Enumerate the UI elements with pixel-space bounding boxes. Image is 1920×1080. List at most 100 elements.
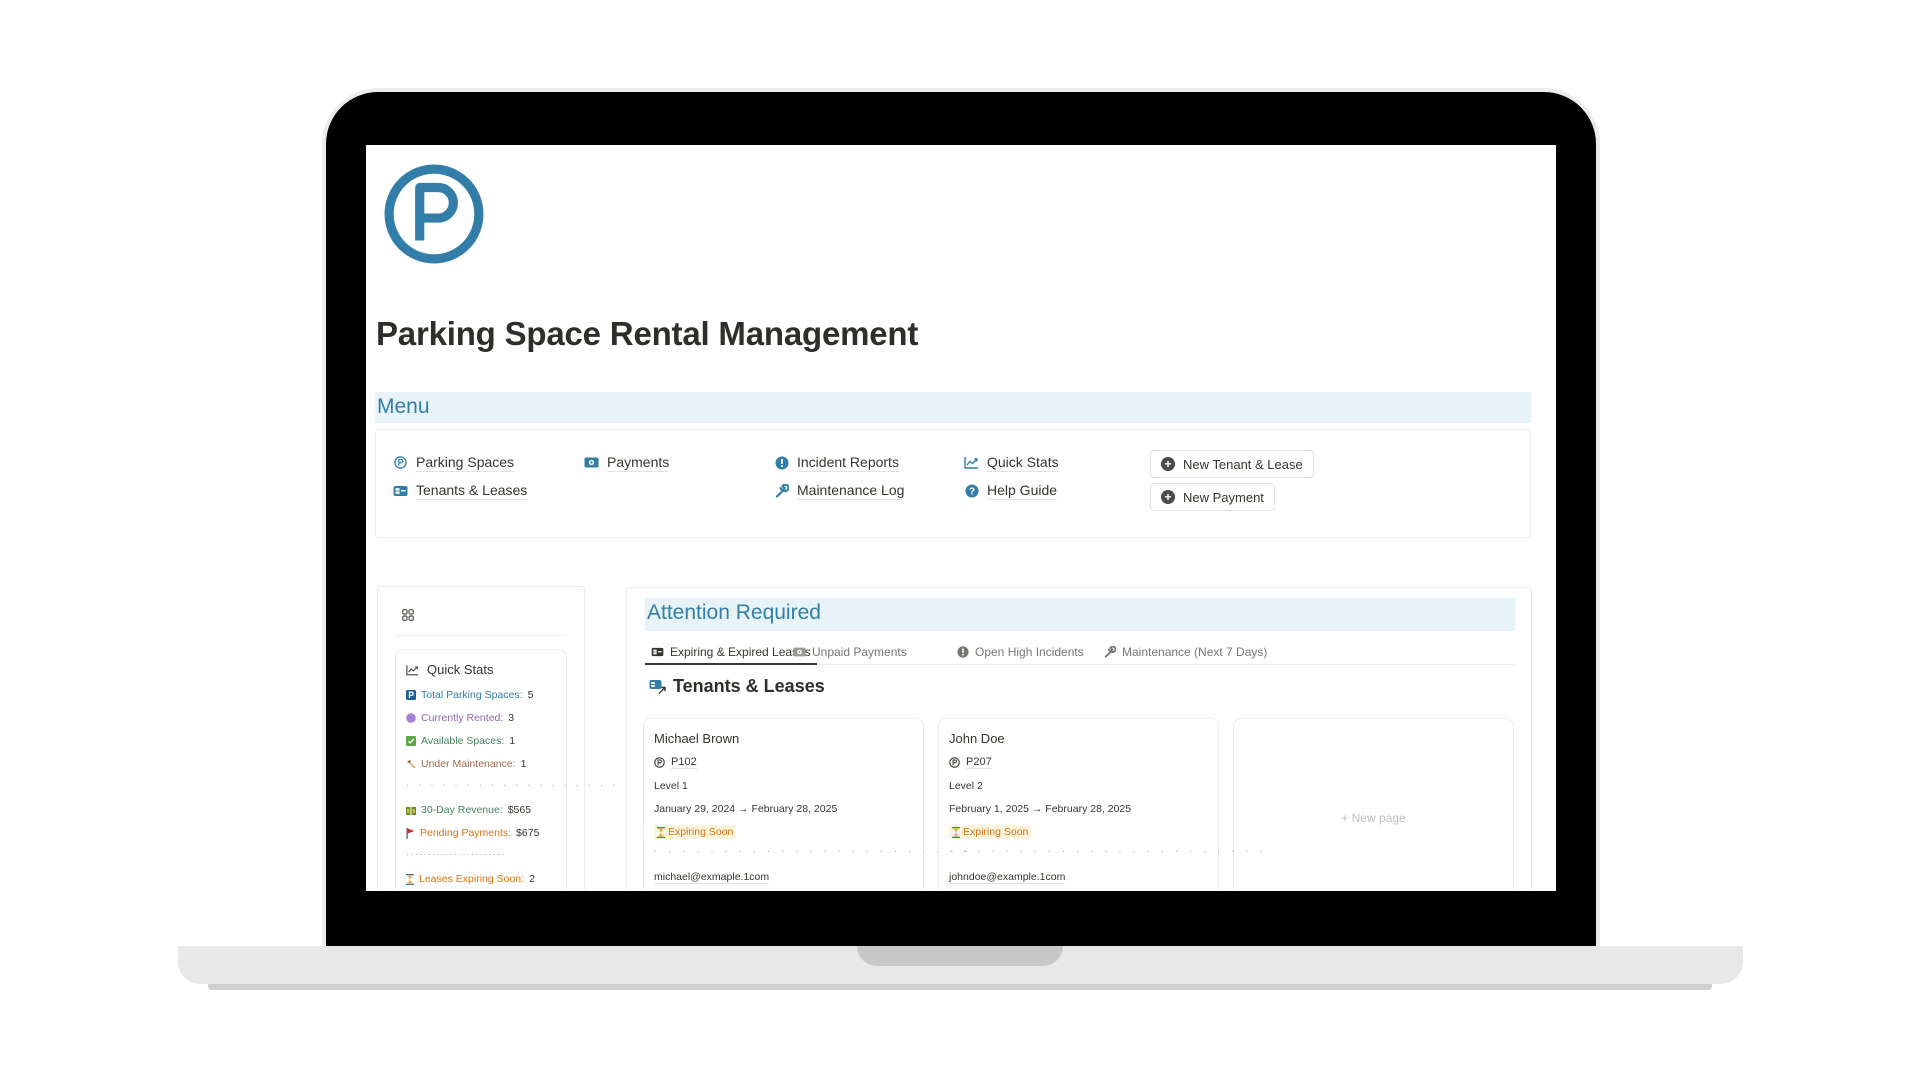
laptop-base-shadow [208,984,1712,990]
new-payment-button[interactable]: + New Payment [1150,483,1275,511]
status-text: Expiring Soon [963,826,1029,838]
tab-unpaid-payments[interactable]: Unpaid Payments [793,640,907,663]
red-flag-icon [406,827,415,839]
menu-link-label: Help Guide [987,482,1058,500]
stat-value: 5 [527,689,534,701]
space-link[interactable]: P207 [966,756,992,769]
menu-link-payments[interactable]: Payments [584,453,670,472]
parking-circle-icon [393,455,408,470]
menu-link-label: Incident Reports [797,454,899,472]
chart-line-icon [406,664,419,675]
menu-link-help-guide[interactable]: ? Help Guide [964,481,1058,500]
lease-card[interactable]: John Doe P207 Level 2 February 1, 2025 →… [938,718,1263,891]
parking-space: P207 [949,756,992,769]
app-screen: Parking Space Rental Management Menu Par… [366,145,1556,891]
separator: · · · · · · · · · · · · · · · · · · · · … [654,846,972,857]
tenant-email[interactable]: michael@exmaple.1com [654,871,770,884]
sidebar-panel: Quick Stats Total Parking Spaces: 5 Curr… [377,586,615,891]
parking-circle-icon [654,757,665,768]
tenant-email[interactable]: johndoe@example.1com [949,871,1066,884]
quick-stats-title-text: Quick Stats [427,662,494,677]
separator: · · · · · · · · · · · · · · · · · · [406,780,619,791]
level: Level 2 [949,780,983,792]
menu-link-tenants-leases[interactable]: Tenants & Leases [393,481,528,500]
page-title: Parking Space Rental Management [376,315,919,352]
menu-link-label: Tenants & Leases [416,482,528,500]
attention-heading-text: Attention Required [647,601,821,624]
menu-link-label: Payments [607,454,670,472]
menu-heading: Menu [375,392,1531,423]
tenant-name: Michael Brown [654,731,740,746]
new-tenant-lease-button[interactable]: + New Tenant & Lease [1150,450,1314,478]
menu-heading-text: Menu [377,395,430,418]
laptop-notch [857,946,1063,966]
separator: · · · · · · · · · · · · · · · · · · · · … [949,846,1267,857]
lease-card[interactable]: Michael Brown P102 Level 1 January 29, 2… [643,718,968,891]
menu-link-maintenance-log[interactable]: Maintenance Log [774,481,905,500]
tab-open-high-incidents[interactable]: Open High Incidents [957,640,1084,663]
wrench-icon [1104,645,1116,658]
tab-maintenance-next-7-days[interactable]: Maintenance (Next 7 Days) [1104,640,1267,663]
stat-label: Total Parking Spaces: [421,689,523,701]
quick-stats-title: Quick Stats [406,662,493,677]
menu-box: Parking Spaces Tenants & Leases Payments… [375,429,1531,538]
menu-link-label: Maintenance Log [797,482,905,500]
tab-label: Unpaid Payments [812,644,907,659]
hourglass-icon [406,873,414,885]
parking-circle-icon [384,164,484,264]
stat-leases-expiring-soon: Leases Expiring Soon: 2 [406,873,535,885]
stat-value: 2 [529,873,535,885]
exclamation-badge-icon [774,455,789,470]
stat-label: Pending Payments: [420,827,512,839]
id-card-icon [393,483,408,498]
stat-label: Available Spaces: [421,735,505,747]
wrench-icon [774,483,789,498]
lease-dates: January 29, 2024 → February 28, 2025 [654,803,838,815]
purple-circle-icon [406,713,416,723]
plus-icon: + [1341,811,1352,825]
grid-icon[interactable] [402,609,414,621]
parking-circle-icon [949,757,960,768]
stat-value: 1 [520,758,527,770]
stat-label: 30-Day Revenue: [421,804,503,816]
hourglass-icon [952,826,960,838]
id-card-link-icon [649,679,666,694]
money-bill-icon [584,455,599,470]
stat-pending-payments: Pending Payments: $675 [406,827,539,839]
attention-tabs: Expiring & Expired Leases Unpaid Payment… [645,640,1515,665]
level: Level 1 [654,780,688,792]
section-title: Tenants & Leases [649,676,825,697]
separator: ······················· [406,849,506,860]
tab-label: Maintenance (Next 7 Days) [1122,644,1268,659]
tab-expiring-leases[interactable]: Expiring & Expired Leases [645,640,817,665]
question-circle-icon: ? [964,483,979,498]
quick-stats-card: Quick Stats Total Parking Spaces: 5 Curr… [395,649,615,891]
menu-link-incident-reports[interactable]: Incident Reports [774,453,899,472]
stat-value: $675 [516,827,540,839]
new-page-button[interactable]: + New page [1234,811,1513,825]
menu-link-label: Parking Spaces [416,454,515,472]
money-bill-icon [793,647,806,656]
money-icon [406,806,416,815]
attention-panel: Attention Required Expiring & Expired Le… [626,587,1532,891]
svg-text:?: ? [968,486,974,497]
space-link[interactable]: P102 [671,756,697,769]
stat-value: 3 [508,712,515,724]
stat-total-spaces: Total Parking Spaces: 5 [406,689,533,701]
menu-link-quick-stats[interactable]: Quick Stats [964,453,1059,472]
status-badge: Expiring Soon [654,825,737,839]
tab-label: Open High Incidents [975,644,1084,659]
parking-square-icon [406,690,416,700]
check-box-icon [406,736,416,746]
menu-link-parking-spaces[interactable]: Parking Spaces [393,453,515,472]
new-page-card[interactable]: + New page [1233,718,1514,891]
exclamation-badge-icon [957,645,969,658]
stat-label: Currently Rented: [421,712,504,724]
lease-dates: February 1, 2025 → February 28, 2025 [949,803,1132,815]
stat-available-spaces: Available Spaces: 1 [406,735,515,747]
tenant-name: John Doe [949,731,1005,746]
stat-label: Leases Expiring Soon: [419,873,525,885]
attention-heading: Attention Required [645,598,1515,631]
status-text: Expiring Soon [668,826,734,838]
new-page-label: New page [1351,811,1406,825]
